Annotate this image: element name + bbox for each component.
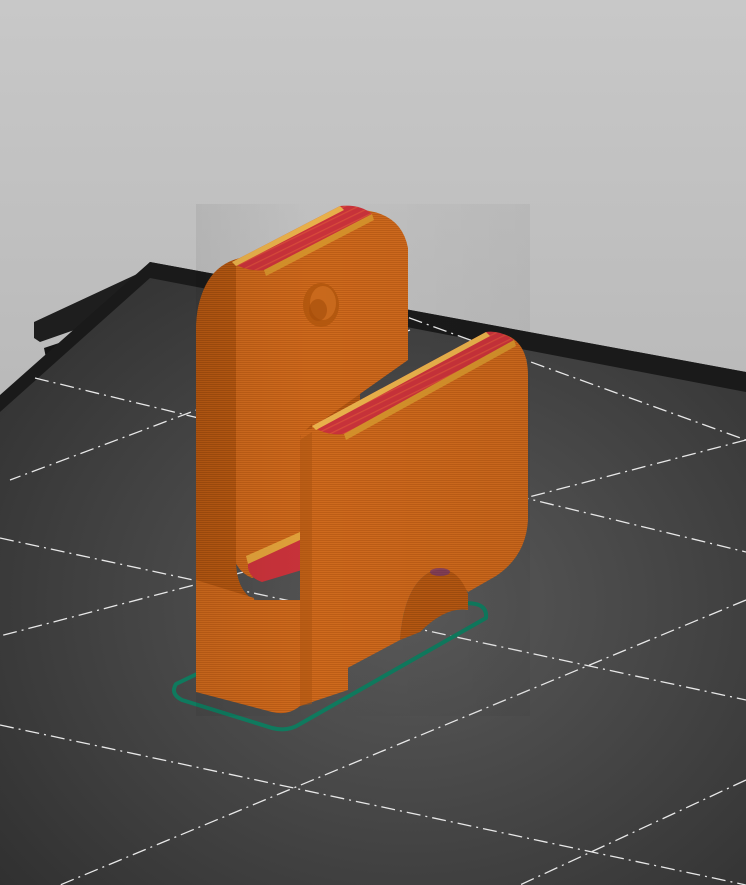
scene-canvas[interactable] <box>0 0 746 885</box>
3d-viewport[interactable] <box>0 0 746 885</box>
hook-bracket-part[interactable] <box>196 204 530 716</box>
